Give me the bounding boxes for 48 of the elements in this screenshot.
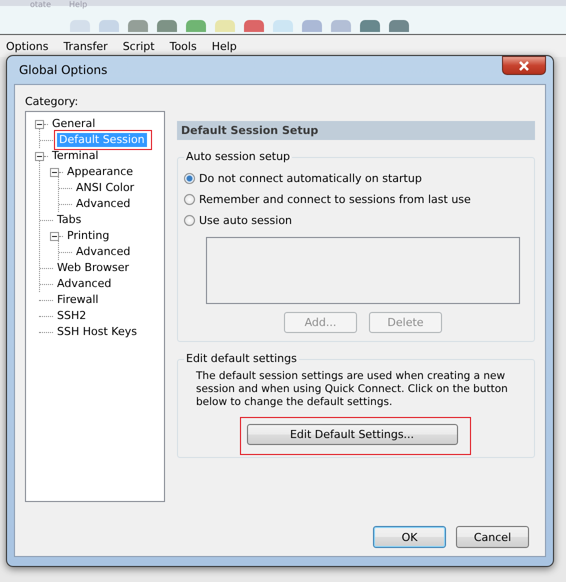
tree-item[interactable]: SSH2 xyxy=(55,309,88,323)
toolbar-icon[interactable] xyxy=(389,20,409,32)
radio-button[interactable] xyxy=(184,215,195,226)
tree-item[interactable]: Appearance xyxy=(65,165,136,179)
tree-item[interactable]: ANSI Color xyxy=(74,181,136,195)
radio-button[interactable] xyxy=(184,194,195,205)
collapse-icon[interactable] xyxy=(35,152,44,160)
tree-item[interactable]: Web Browser xyxy=(55,261,132,275)
edit-settings-button[interactable]: Edit Default Settings... xyxy=(246,424,458,445)
tree-item[interactable]: Advanced xyxy=(74,197,132,211)
menu-item[interactable]: Help xyxy=(212,40,237,52)
tree-item[interactable]: Tabs xyxy=(55,213,84,227)
dialog-button[interactable]: Cancel xyxy=(456,526,529,548)
toolbar-icon[interactable] xyxy=(128,20,148,32)
tree-item[interactable]: SSH Host Keys xyxy=(55,325,139,339)
section-header: Default Session Setup xyxy=(177,121,535,140)
tree-item[interactable]: Advanced xyxy=(74,245,132,259)
radio-label[interactable]: Use auto session xyxy=(199,214,292,227)
tree-item[interactable]: Firewall xyxy=(55,293,100,307)
tree-item[interactable]: General xyxy=(50,117,98,131)
group-title: Edit default settings xyxy=(184,352,299,365)
collapse-icon[interactable] xyxy=(50,168,59,176)
menu-item[interactable]: Options xyxy=(6,40,48,52)
tree-item[interactable]: Terminal xyxy=(50,149,100,163)
description-text: The default session settings are used when creating a new session and when using Quick Connect. Click on the button below to change the default settings. xyxy=(196,370,509,409)
menu-item[interactable]: Tools xyxy=(170,40,197,52)
collapse-icon[interactable] xyxy=(50,232,59,240)
toolbar-icon[interactable] xyxy=(331,20,351,32)
radio-label[interactable]: Remember and connect to sessions from last use xyxy=(199,193,471,206)
toolbar-icon[interactable] xyxy=(302,20,322,32)
radio-button[interactable] xyxy=(184,173,195,184)
radio-label[interactable]: Do not connect automatically on startup xyxy=(199,172,422,185)
tree-item[interactable]: Advanced xyxy=(55,277,114,291)
toolbar-icon[interactable] xyxy=(186,20,206,32)
close-button[interactable] xyxy=(502,56,546,75)
tree-item[interactable]: Printing xyxy=(65,229,112,243)
dialog-button[interactable]: OK xyxy=(373,526,446,548)
window-title: Global Options xyxy=(18,63,108,77)
toolbar-icon[interactable] xyxy=(360,20,380,32)
toolbar-icon[interactable] xyxy=(157,20,177,32)
menu-item[interactable]: Transfer xyxy=(63,40,108,52)
session-list[interactable] xyxy=(206,237,520,304)
toolbar-icon[interactable] xyxy=(244,20,264,32)
collapse-icon[interactable] xyxy=(35,120,44,128)
menu-item[interactable]: Script xyxy=(122,40,155,52)
close-icon xyxy=(518,60,530,70)
group-title: Auto session setup xyxy=(184,150,292,163)
category-label: Category: xyxy=(25,95,80,108)
